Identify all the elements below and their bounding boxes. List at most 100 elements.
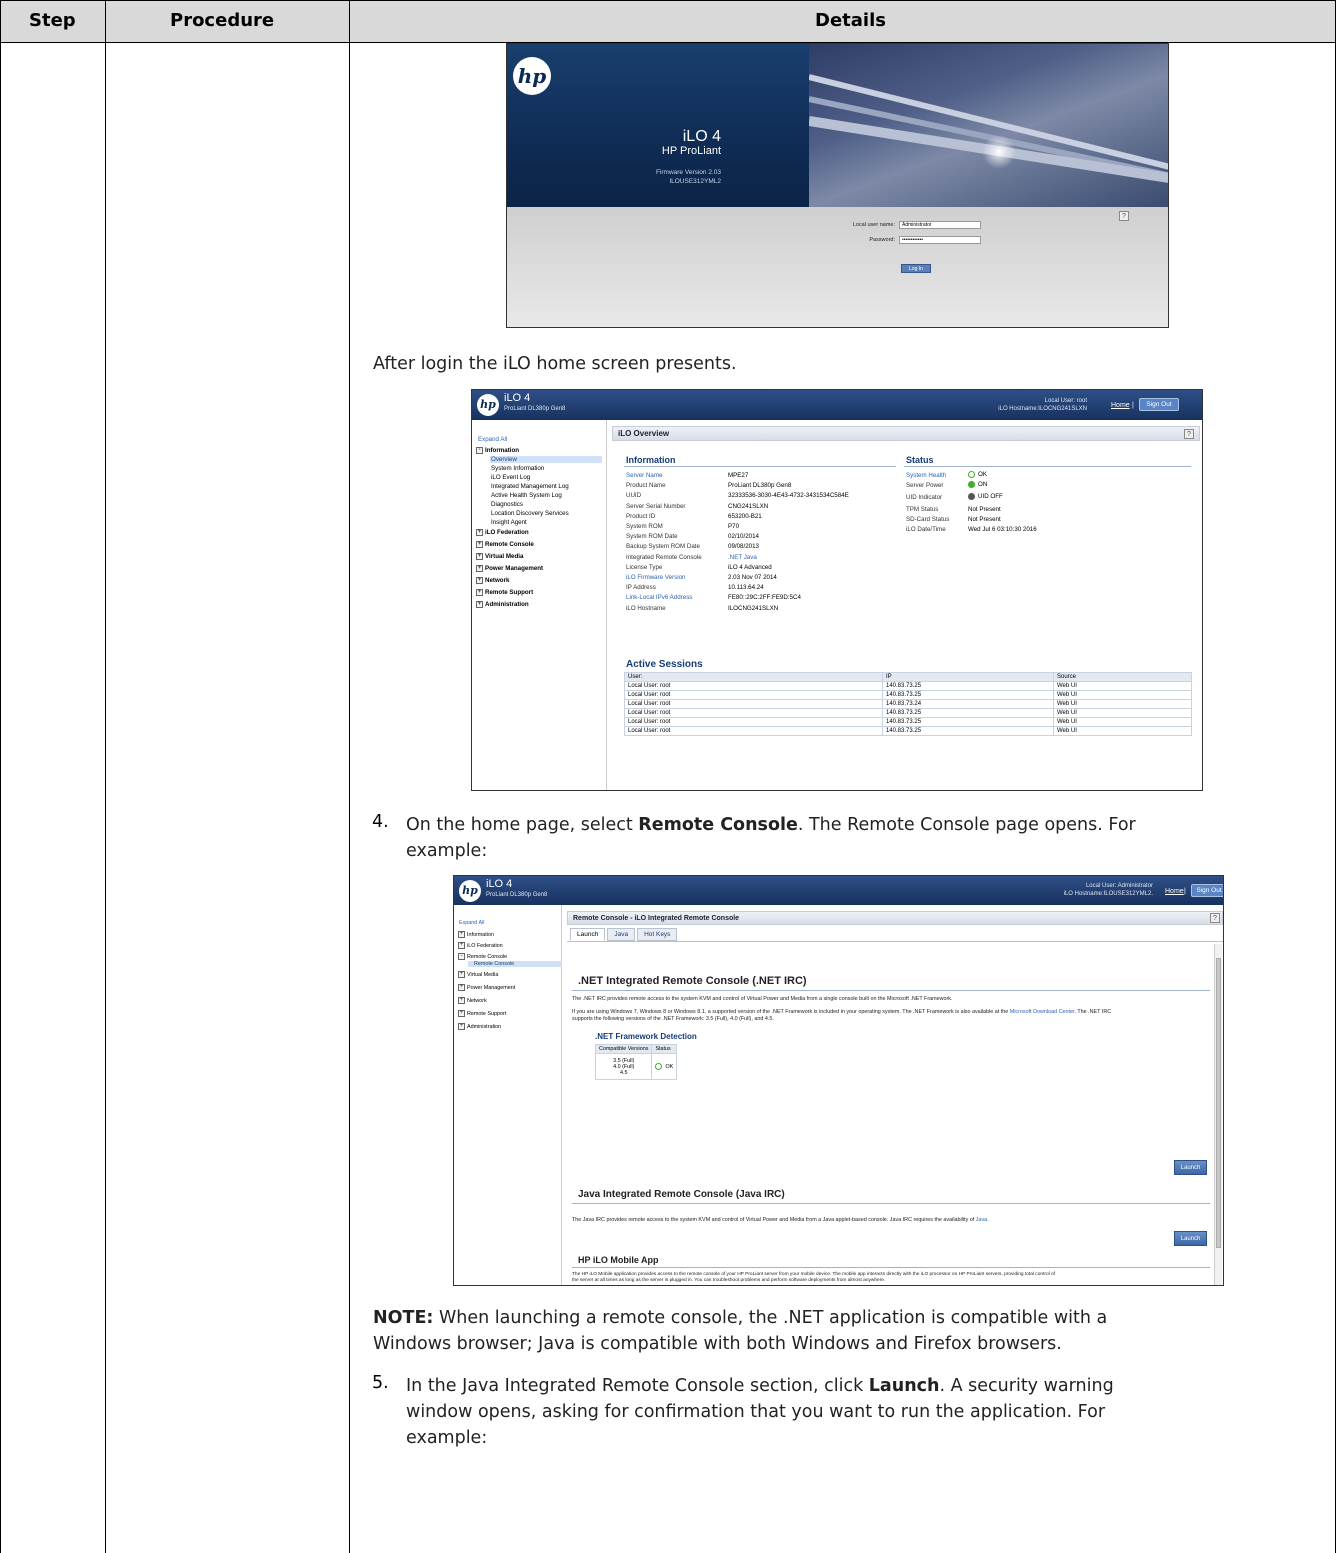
info-label: Product ID <box>626 512 656 520</box>
status-label: UID Indicator <box>906 494 943 502</box>
nav-administration[interactable]: + Administration <box>458 1023 501 1030</box>
nav-ilo-federation[interactable]: + iLO Federation <box>476 529 529 536</box>
home-link[interactable]: Home <box>1111 402 1130 409</box>
login-hostname: ILOUSE312YML2 <box>669 178 721 185</box>
scrollbar-thumb[interactable] <box>1216 958 1221 1248</box>
expand-icon[interactable]: + <box>458 997 465 1004</box>
expand-all-link[interactable]: Expand All <box>459 920 484 926</box>
expand-all-link[interactable]: Expand All <box>478 436 507 443</box>
local-user: Local User: Administrator <box>1085 883 1153 889</box>
expand-icon[interactable]: + <box>476 553 483 560</box>
expand-icon[interactable]: + <box>458 931 465 938</box>
expand-icon[interactable]: + <box>458 984 465 991</box>
status-label: SD-Card Status <box>906 515 950 523</box>
note-text: NOTE: When launching a remote console, t… <box>373 1308 1108 1354</box>
ilo-title: iLO 4 <box>486 878 513 890</box>
nav-network[interactable]: + Network <box>458 997 487 1004</box>
nav-insight-agent[interactable]: Insight Agent <box>491 519 527 526</box>
sign-out-button[interactable]: Sign Out <box>1139 398 1179 411</box>
nav-power-management[interactable]: + Power Management <box>476 565 543 572</box>
expand-icon[interactable]: + <box>476 601 483 608</box>
nav-virtual-media[interactable]: + Virtual Media <box>476 553 523 560</box>
session-cell: Local User: root <box>624 699 883 709</box>
hp-logo: hp <box>477 394 499 416</box>
nav-iml[interactable]: Integrated Management Log <box>491 483 569 490</box>
help-icon[interactable]: ? <box>1119 211 1129 221</box>
mobile-app-heading: HP iLO Mobile App <box>578 1255 659 1265</box>
ilo-title: iLO 4 <box>504 392 531 404</box>
expand-icon[interactable]: + <box>476 589 483 596</box>
expand-icon[interactable]: + <box>458 1010 465 1017</box>
status-value: UID OFF <box>968 493 1003 501</box>
login-button[interactable]: Log In <box>901 264 931 273</box>
nav-network[interactable]: + Network <box>476 577 509 584</box>
expand-icon[interactable]: + <box>458 971 465 978</box>
nav-remote-console[interactable]: + Remote Console <box>476 541 534 548</box>
nav-diagnostics[interactable]: Diagnostics <box>491 501 523 508</box>
nav-remote-console[interactable]: - Remote Console <box>458 953 507 960</box>
java-launch-button[interactable]: Launch <box>1174 1231 1207 1246</box>
help-icon[interactable]: ? <box>1210 913 1220 923</box>
scrollbar[interactable] <box>1214 944 1222 1285</box>
tab-launch[interactable]: Launch <box>570 928 606 941</box>
info-label[interactable]: iLO Firmware Version <box>626 574 686 581</box>
nav-system-information[interactable]: System Information <box>491 465 544 472</box>
nav-virtual-media[interactable]: + Virtual Media <box>458 971 498 978</box>
nav-remote-support[interactable]: + Remote Support <box>458 1010 506 1017</box>
java-irc-heading: Java Integrated Remote Console (Java IRC… <box>578 1189 785 1200</box>
nav-overview[interactable]: Overview <box>490 456 602 463</box>
net-irc-windows-note: If you are using Windows 7, Windows 8 or… <box>572 1009 1112 1022</box>
nav-location-discovery[interactable]: Location Discovery Services <box>491 510 569 517</box>
table-row: Local User: root 140.83.73.25 Web UI <box>624 681 1192 691</box>
expand-icon[interactable]: + <box>458 1023 465 1030</box>
remote-console-screenshot: hp iLO 4 ProLiant DL380p Gen8 Local User… <box>453 875 1224 1286</box>
info-value: ProLiant DL380p Gen8 <box>728 482 792 490</box>
tab-java[interactable]: Java <box>607 928 636 941</box>
java-link[interactable]: Java <box>976 1217 987 1223</box>
nav-ilo-event-log[interactable]: iLO Event Log <box>491 474 530 481</box>
login-screenshot: hp iLO 4 HP ProLiant Firmware Version 2.… <box>506 43 1169 328</box>
nav-ahs-log[interactable]: Active Health System Log <box>491 492 562 499</box>
nav-remote-console-page[interactable]: Remote Console <box>468 961 562 967</box>
info-label[interactable]: Link-Local IPv6 Address <box>626 594 692 601</box>
header-step: Step <box>29 10 76 31</box>
nav-power-management[interactable]: + Power Management <box>458 984 515 991</box>
info-value[interactable]: .NET Java <box>728 554 757 561</box>
nav-information[interactable]: + Information <box>458 931 494 938</box>
info-label[interactable]: Server Name <box>626 472 662 479</box>
net-launch-button[interactable]: Launch <box>1174 1160 1207 1175</box>
step-4-number: 4. <box>372 812 389 832</box>
nav-ilo-federation[interactable]: + iLO Federation <box>458 942 503 949</box>
microsoft-download-link[interactable]: Microsoft Download Center <box>1010 1009 1075 1015</box>
status-label: iLO Date/Time <box>906 526 946 533</box>
info-value: 10.113.64.24 <box>728 584 764 592</box>
session-cell: Web UI <box>1053 690 1192 700</box>
tab-hot-keys[interactable]: Hot Keys <box>637 928 678 941</box>
nav-remote-support[interactable]: + Remote Support <box>476 589 533 596</box>
power-on-icon <box>968 481 975 489</box>
collapse-icon[interactable]: - <box>458 953 465 960</box>
ilo-top-bar: hp iLO 4 ProLiant DL380p Gen8 Local User… <box>472 390 1202 420</box>
panel-title: Remote Console - iLO Integrated Remote C… <box>567 911 1223 925</box>
home-link[interactable]: Home <box>1165 888 1184 895</box>
help-icon[interactable]: ? <box>1184 429 1194 439</box>
ilo-nav: Expand All + Information + iLO Federation … <box>454 905 562 1285</box>
nav-administration[interactable]: + Administration <box>476 601 529 608</box>
password-input[interactable]: •••••••••••• <box>899 236 981 244</box>
expand-icon[interactable]: + <box>476 529 483 536</box>
info-label: System ROM <box>626 523 663 530</box>
expand-icon[interactable]: + <box>476 541 483 548</box>
collapse-icon[interactable]: - <box>476 447 483 454</box>
local-user: Local User: root <box>1044 398 1087 404</box>
session-cell: Local User: root <box>624 681 883 691</box>
username-input[interactable]: Administrator <box>899 221 981 229</box>
expand-icon[interactable]: + <box>476 565 483 572</box>
bridge-photo <box>809 44 1168 207</box>
net-irc-heading: .NET Integrated Remote Console (.NET IRC… <box>578 975 807 987</box>
sign-out-button[interactable]: Sign Out <box>1191 884 1223 897</box>
login-firmware: Firmware Version 2.03 <box>655 169 721 176</box>
expand-icon[interactable]: + <box>476 577 483 584</box>
expand-icon[interactable]: + <box>458 942 465 949</box>
status-label[interactable]: System Health <box>906 472 946 479</box>
nav-information[interactable]: - Information <box>476 447 519 454</box>
